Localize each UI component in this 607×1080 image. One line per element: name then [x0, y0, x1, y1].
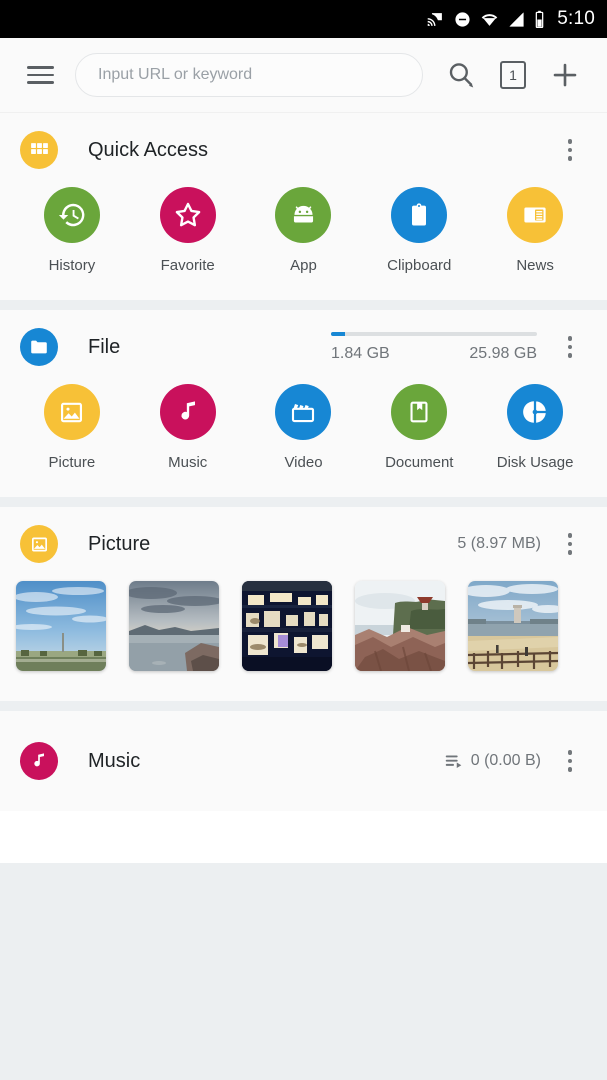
- section-divider: [0, 811, 607, 863]
- music-count-label: 0 (0.00 B): [470, 752, 541, 769]
- status-bar: 5:10: [0, 0, 607, 38]
- wifi-icon: [480, 11, 499, 28]
- storage-used-label: 1.84 GB: [331, 344, 390, 362]
- do-not-disturb-icon: [454, 11, 471, 28]
- quick-access-header: Quick Access: [0, 113, 607, 187]
- storage-progress-bar: [331, 331, 537, 336]
- shortcut-label: News: [516, 257, 554, 274]
- picture-count-label: 5 (8.97 MB): [457, 535, 541, 552]
- file-header: File 1.84 GB 25.98 GB: [0, 310, 607, 384]
- shortcut-app[interactable]: App: [246, 187, 362, 274]
- url-placeholder: Input URL or keyword: [98, 66, 253, 83]
- tab-count-label: 1: [500, 61, 526, 89]
- quick-access-section: Quick Access History Favorite App Clipbo…: [0, 113, 607, 300]
- music-overflow-menu[interactable]: [553, 741, 587, 781]
- file-shortcut-label: Picture: [48, 454, 96, 471]
- android-icon: [275, 187, 332, 243]
- storage-total-label: 25.98 GB: [469, 344, 537, 362]
- shortcut-news[interactable]: News: [477, 187, 593, 274]
- coastal-sunset-photo[interactable]: [129, 581, 219, 671]
- file-shortcut-disk-usage[interactable]: Disk Usage: [477, 384, 593, 471]
- shortcut-history[interactable]: History: [14, 187, 130, 274]
- clapboard-icon: [275, 384, 332, 440]
- quick-access-title: Quick Access: [88, 138, 209, 161]
- section-divider: [0, 701, 607, 711]
- cliff-pagoda-photo[interactable]: [355, 581, 445, 671]
- quick-access-grid: History Favorite App Clipboard News: [0, 187, 607, 300]
- quick-access-overflow-menu[interactable]: [553, 130, 587, 170]
- sky-over-city-photo[interactable]: [16, 581, 106, 671]
- image-icon: [20, 525, 58, 563]
- file-shortcut-document[interactable]: Document: [361, 384, 477, 471]
- file-shortcut-label: Music: [168, 454, 208, 471]
- home-content: Quick Access History Favorite App Clipbo…: [0, 113, 607, 1080]
- music-header: Music 0 (0.00 B): [0, 711, 607, 811]
- file-title: File: [88, 335, 121, 358]
- storage-indicator: 1.84 GB 25.98 GB: [331, 331, 537, 363]
- playlist-play-icon: [443, 750, 465, 772]
- clipboard-icon: [391, 187, 448, 243]
- grid-icon: [20, 131, 58, 169]
- file-shortcut-label: Video: [284, 454, 323, 471]
- news-icon: [507, 187, 564, 243]
- file-grid: Picture Music Video Document Disk Usage: [0, 384, 607, 497]
- shortcut-favorite[interactable]: Favorite: [130, 187, 246, 274]
- section-divider: [0, 497, 607, 507]
- file-shortcut-video[interactable]: Video: [246, 384, 362, 471]
- tab-count-button[interactable]: 1: [489, 51, 537, 99]
- beach-boardwalk-photo[interactable]: [468, 581, 558, 671]
- shortcut-label: Clipboard: [387, 257, 452, 274]
- file-section: File 1.84 GB 25.98 GB Picture Music Vide…: [0, 310, 607, 497]
- picture-overflow-menu[interactable]: [553, 524, 587, 564]
- picture-section: Picture 5 (8.97 MB): [0, 507, 607, 701]
- cast-icon: [426, 11, 445, 28]
- browser-toolbar: Input URL or keyword 1: [0, 38, 607, 113]
- shortcut-label: App: [290, 257, 317, 274]
- music-title: Music: [88, 749, 141, 772]
- shortcut-label: History: [48, 257, 96, 274]
- folder-icon: [20, 328, 58, 366]
- pie-chart-icon: [507, 384, 564, 440]
- star-icon: [159, 187, 216, 243]
- signal-icon: [508, 11, 525, 28]
- museum-interior-photo[interactable]: [242, 581, 332, 671]
- shortcut-clipboard[interactable]: Clipboard: [361, 187, 477, 274]
- file-shortcut-label: Document: [385, 454, 454, 471]
- hamburger-menu-icon[interactable]: [18, 53, 62, 97]
- picture-thumbnail-strip: [0, 581, 607, 701]
- history-icon: [43, 187, 100, 243]
- storage-progress-fill: [331, 331, 346, 336]
- search-button[interactable]: [437, 51, 485, 99]
- picture-title: Picture: [88, 532, 151, 555]
- section-divider: [0, 300, 607, 310]
- battery-icon: [534, 10, 545, 29]
- status-bar-clock: 5:10: [557, 8, 595, 29]
- file-shortcut-music[interactable]: Music: [130, 384, 246, 471]
- file-overflow-menu[interactable]: [553, 327, 587, 367]
- picture-header: Picture 5 (8.97 MB): [0, 507, 607, 581]
- file-shortcut-label: Disk Usage: [496, 454, 574, 471]
- url-input[interactable]: Input URL or keyword: [75, 53, 423, 97]
- music-note-icon: [20, 742, 58, 780]
- file-shortcut-picture[interactable]: Picture: [14, 384, 130, 471]
- music-section: Music 0 (0.00 B): [0, 711, 607, 811]
- image-icon: [43, 384, 100, 440]
- book-icon: [391, 384, 448, 440]
- app-root: 5:10 Input URL or keyword 1 Quick Access…: [0, 0, 607, 1080]
- new-tab-button[interactable]: [541, 51, 589, 99]
- shortcut-label: Favorite: [160, 257, 215, 274]
- music-note-icon: [159, 384, 216, 440]
